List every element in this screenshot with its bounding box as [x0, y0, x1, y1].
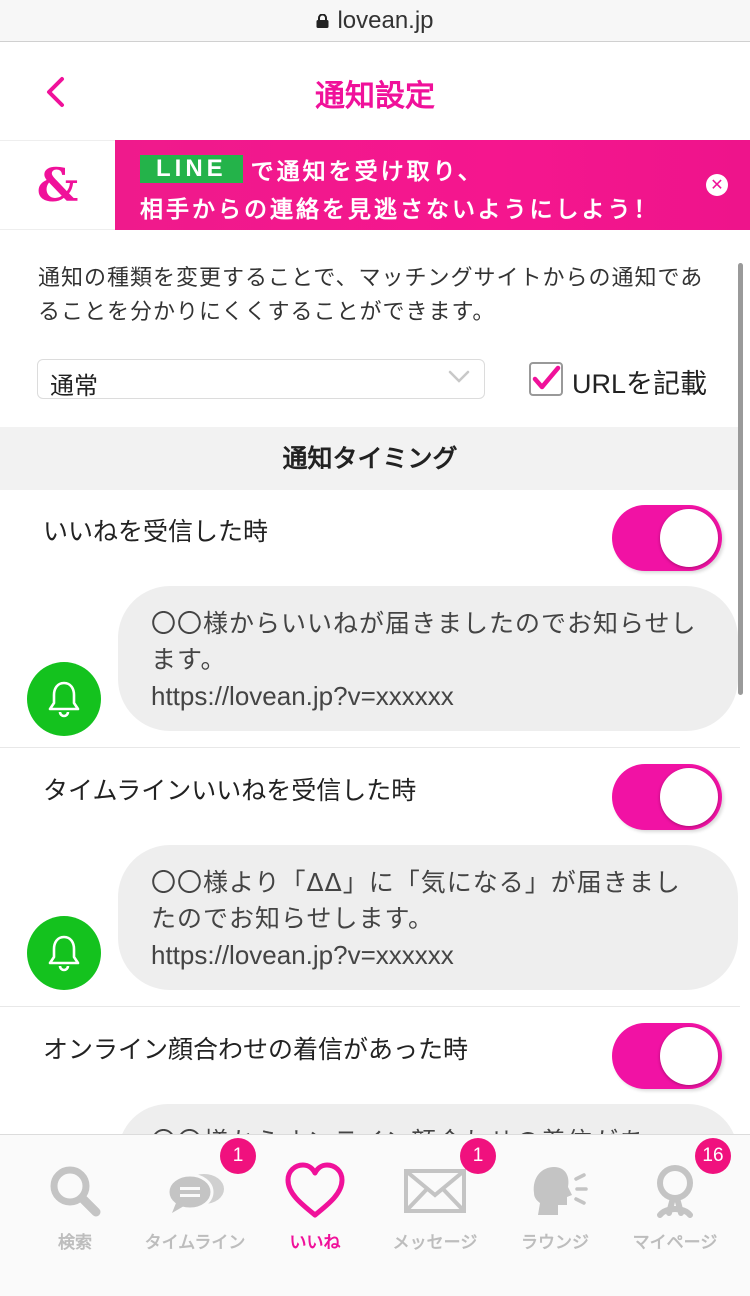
timing-section-heading: 通知タイミング	[0, 427, 740, 490]
notification-badge: 1	[220, 1138, 256, 1174]
url-text: lovean.jp	[337, 6, 434, 34]
banner-message-area[interactable]: LINE で通知を受け取り、 相手からの連絡を見逃さないようにしよう！ ✕	[115, 140, 750, 230]
close-icon: ✕	[710, 175, 724, 194]
search-icon	[50, 1166, 101, 1217]
tab-label: マイページ	[632, 1233, 718, 1253]
tab-mypage[interactable]: マイページ 16	[615, 1135, 735, 1265]
lock-icon	[316, 13, 329, 28]
like-notification-toggle[interactable]	[612, 505, 722, 571]
heart-icon	[285, 1162, 345, 1218]
banner-text-line2: 相手からの連絡を見逃さないようにしよう！	[140, 197, 660, 223]
bell-icon	[27, 662, 101, 736]
toggle-knob	[660, 509, 718, 567]
notification-type-select[interactable]: 通常	[37, 359, 485, 400]
tab-timeline[interactable]: タイムライン 1	[135, 1135, 256, 1265]
browser-url-bar[interactable]: lovean.jp	[0, 0, 750, 42]
timing-item-label: いいねを受信した時	[43, 517, 269, 546]
checkmark-icon	[532, 365, 561, 390]
tab-lounge[interactable]: ラウンジ	[495, 1135, 615, 1265]
banner-close-button[interactable]: ✕	[706, 174, 728, 196]
include-url-checkbox[interactable]	[529, 362, 563, 396]
line-badge: LINE	[140, 155, 243, 183]
app-logo: &	[36, 158, 79, 212]
include-url-label: URLを記載	[572, 369, 708, 399]
page-title: 通知設定	[315, 79, 435, 114]
tab-search[interactable]: 検索	[15, 1135, 135, 1265]
tab-label: タイムライン	[144, 1233, 246, 1253]
line-notification-banner[interactable]: & LINE で通知を受け取り、 相手からの連絡を見逃さないようにしよう！ ✕	[0, 140, 750, 230]
message-preview-text: 〇〇様からいいねが届きましたのでお知らせします。	[151, 609, 697, 674]
notification-badge: 1	[460, 1138, 496, 1174]
notification-type-value: 通常	[50, 372, 98, 400]
message-preview-url: https://lovean.jp?v=xxxxxx	[151, 940, 454, 970]
message-preview-bubble: 〇〇様より「ΔΔ」に「気になる」が届きましたのでお知らせします。 https:/…	[118, 845, 738, 990]
chevron-down-icon	[448, 370, 470, 383]
app-logo-box: &	[0, 140, 115, 230]
timing-item-label: オンライン顔合わせの着信があった時	[43, 1035, 469, 1064]
envelope-icon	[404, 1169, 466, 1213]
bell-icon	[27, 916, 101, 990]
timing-item-timeline-like: タイムラインいいねを受信した時 〇〇様より「ΔΔ」に「気になる」が届きましたので…	[0, 749, 740, 1007]
timing-item-label: タイムラインいいねを受信した時	[43, 776, 417, 805]
message-preview-url: https://lovean.jp?v=xxxxxx	[151, 681, 454, 711]
timeline-like-notification-toggle[interactable]	[612, 764, 722, 830]
banner-text-line1: で通知を受け取り、	[250, 159, 484, 185]
toggle-knob	[660, 768, 718, 826]
app-header: 通知設定	[0, 43, 750, 139]
speaking-head-icon	[533, 1167, 588, 1215]
timing-item-like: いいねを受信した時 〇〇様からいいねが届きましたのでお知らせします。 https…	[0, 490, 740, 748]
message-preview-bubble: 〇〇様からいいねが届きましたのでお知らせします。 https://lovean.…	[118, 586, 738, 731]
online-call-notification-toggle[interactable]	[612, 1023, 722, 1089]
notification-badge: 16	[695, 1138, 731, 1174]
chat-bubbles-icon	[166, 1173, 224, 1213]
message-preview-text: 〇〇様より「ΔΔ」に「気になる」が届きましたのでお知らせします。	[151, 868, 681, 933]
settings-description: 通知の種類を変更することで、マッチングサイトからの通知であることを分かりにくくす…	[38, 266, 704, 325]
tab-label: 検索	[58, 1233, 92, 1253]
scrollbar[interactable]	[738, 263, 743, 695]
toggle-knob	[660, 1027, 718, 1085]
bottom-tab-bar: 検索 タイムライン 1 いいね メッセージ 1 ラウンジ マイページ 16	[0, 1134, 750, 1296]
tab-label: メッセージ	[392, 1233, 478, 1253]
tab-label: いいね	[289, 1233, 341, 1253]
tab-messages[interactable]: メッセージ 1	[375, 1135, 496, 1265]
tab-likes[interactable]: いいね	[255, 1135, 375, 1265]
tab-label: ラウンジ	[521, 1233, 589, 1253]
